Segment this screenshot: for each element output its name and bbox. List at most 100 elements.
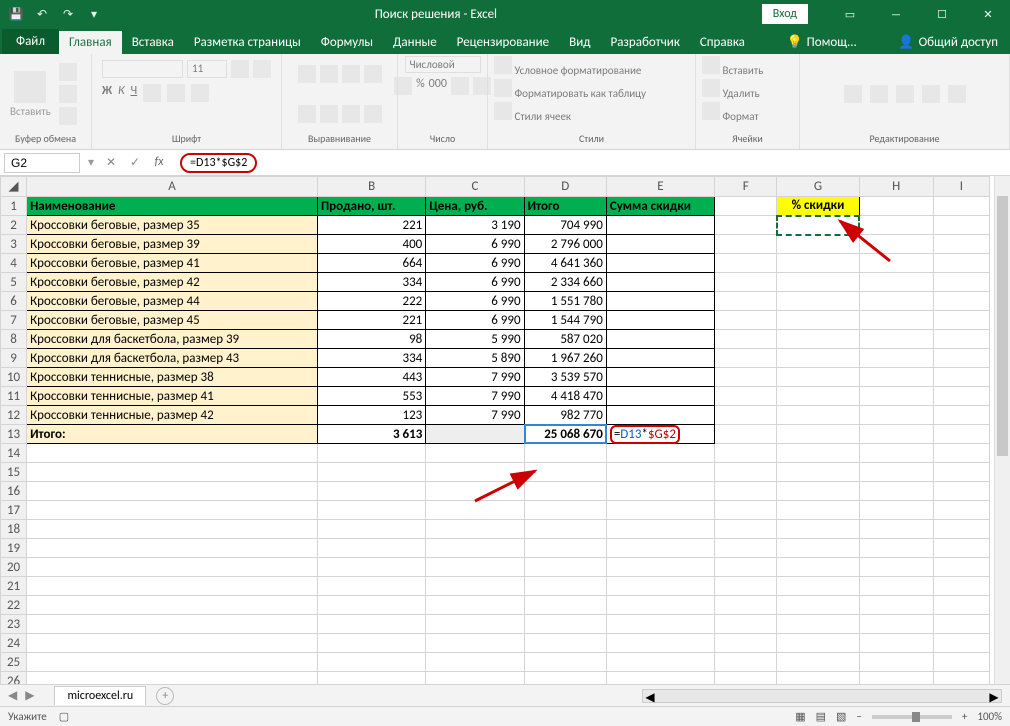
cell[interactable]: 3 613 [317, 425, 425, 444]
cell[interactable] [606, 330, 714, 349]
cell[interactable] [524, 596, 606, 615]
percent-icon[interactable]: % [416, 77, 425, 95]
row-header[interactable]: 20 [1, 558, 27, 577]
cell[interactable] [933, 406, 989, 425]
scrollbar-thumb[interactable] [997, 196, 1008, 456]
align-left-icon[interactable] [298, 105, 316, 123]
cell[interactable] [777, 330, 859, 349]
cell[interactable] [27, 501, 318, 520]
cell[interactable] [606, 235, 714, 254]
save-icon[interactable]: 💾 [6, 4, 26, 24]
cell-styles-button[interactable]: Стили ячеек [494, 102, 571, 123]
cell[interactable] [426, 425, 524, 444]
cell[interactable] [859, 235, 933, 254]
cell[interactable] [715, 463, 777, 482]
cell[interactable] [426, 634, 524, 653]
cell[interactable] [933, 273, 989, 292]
bold-button[interactable]: Ж [102, 84, 112, 102]
cell[interactable] [777, 349, 859, 368]
italic-button[interactable]: К [118, 84, 125, 102]
copy-icon[interactable] [59, 85, 77, 103]
cell[interactable] [933, 577, 989, 596]
cell[interactable] [606, 311, 714, 330]
redo-icon[interactable]: ↷ [58, 4, 78, 24]
cell[interactable] [524, 634, 606, 653]
cell[interactable] [859, 368, 933, 387]
cell[interactable] [27, 577, 318, 596]
cell[interactable]: 1 544 790 [524, 311, 606, 330]
cell[interactable]: Итого: [27, 425, 318, 444]
cell[interactable]: 7 990 [426, 406, 524, 425]
cell[interactable] [606, 501, 714, 520]
cell[interactable] [606, 539, 714, 558]
cell[interactable] [426, 615, 524, 634]
close-button[interactable]: ✕ [966, 2, 1010, 26]
cell[interactable] [859, 254, 933, 273]
col-header-h[interactable]: H [859, 177, 933, 197]
cell[interactable] [606, 387, 714, 406]
row-header[interactable]: 13 [1, 425, 27, 444]
tab-layout[interactable]: Разметка страницы [184, 31, 311, 54]
row-header[interactable]: 19 [1, 539, 27, 558]
cell[interactable] [715, 482, 777, 501]
cell[interactable] [27, 463, 318, 482]
cancel-formula-button[interactable]: ✕ [102, 155, 120, 170]
cell[interactable] [426, 577, 524, 596]
tab-review[interactable]: Рецензирование [447, 31, 559, 54]
cell[interactable] [859, 482, 933, 501]
cell[interactable]: Кроссовки беговые, размер 35 [27, 216, 318, 235]
font-color-icon[interactable] [191, 84, 209, 102]
cell[interactable] [933, 425, 989, 444]
cell[interactable] [715, 425, 777, 444]
sort-filter-icon[interactable] [922, 85, 940, 103]
hscroll-right-icon[interactable]: ▶ [987, 690, 1001, 702]
tab-home[interactable]: Главная [59, 31, 122, 54]
cell[interactable] [317, 482, 425, 501]
col-header-g[interactable]: G [777, 177, 859, 197]
cell[interactable] [715, 634, 777, 653]
cell[interactable] [524, 577, 606, 596]
row-header[interactable]: 7 [1, 311, 27, 330]
cell[interactable]: 221 [317, 311, 425, 330]
cell[interactable] [933, 558, 989, 577]
row-header[interactable]: 23 [1, 615, 27, 634]
cell[interactable] [777, 444, 859, 463]
cell[interactable] [606, 292, 714, 311]
cell[interactable] [777, 520, 859, 539]
view-pagebreak-icon[interactable]: ▧ [836, 710, 846, 723]
cell[interactable]: 6 990 [426, 292, 524, 311]
cell[interactable] [777, 539, 859, 558]
macro-record-icon[interactable]: ▢ [59, 710, 69, 723]
cell[interactable] [777, 634, 859, 653]
cell[interactable]: Кроссовки теннисные, размер 41 [27, 387, 318, 406]
cell[interactable] [933, 235, 989, 254]
cell[interactable] [426, 539, 524, 558]
cell[interactable] [859, 292, 933, 311]
cell[interactable] [27, 444, 318, 463]
cell[interactable]: Цена, руб. [426, 197, 524, 216]
insert-cells-button[interactable]: Вставить [702, 56, 763, 77]
cell[interactable] [606, 577, 714, 596]
cell[interactable]: 1 551 780 [524, 292, 606, 311]
cell[interactable] [524, 482, 606, 501]
cell[interactable]: 221 [317, 216, 425, 235]
cell[interactable] [859, 330, 933, 349]
cell[interactable] [859, 311, 933, 330]
zoom-out-button[interactable]: − [856, 710, 861, 723]
cell[interactable] [524, 520, 606, 539]
cell[interactable] [777, 254, 859, 273]
cell[interactable]: 6 990 [426, 273, 524, 292]
cell[interactable]: Кроссовки беговые, размер 45 [27, 311, 318, 330]
cell[interactable]: Сумма скидки [606, 197, 714, 216]
row-header[interactable]: 4 [1, 254, 27, 273]
cell[interactable] [27, 615, 318, 634]
cell[interactable]: 4 641 360 [524, 254, 606, 273]
currency-icon[interactable] [394, 77, 412, 95]
cell[interactable]: 123 [317, 406, 425, 425]
cell[interactable] [715, 368, 777, 387]
cell[interactable] [933, 197, 989, 216]
cell[interactable] [715, 330, 777, 349]
cell[interactable] [859, 520, 933, 539]
row-header[interactable]: 12 [1, 406, 27, 425]
zoom-level[interactable]: 100% [977, 710, 1002, 723]
